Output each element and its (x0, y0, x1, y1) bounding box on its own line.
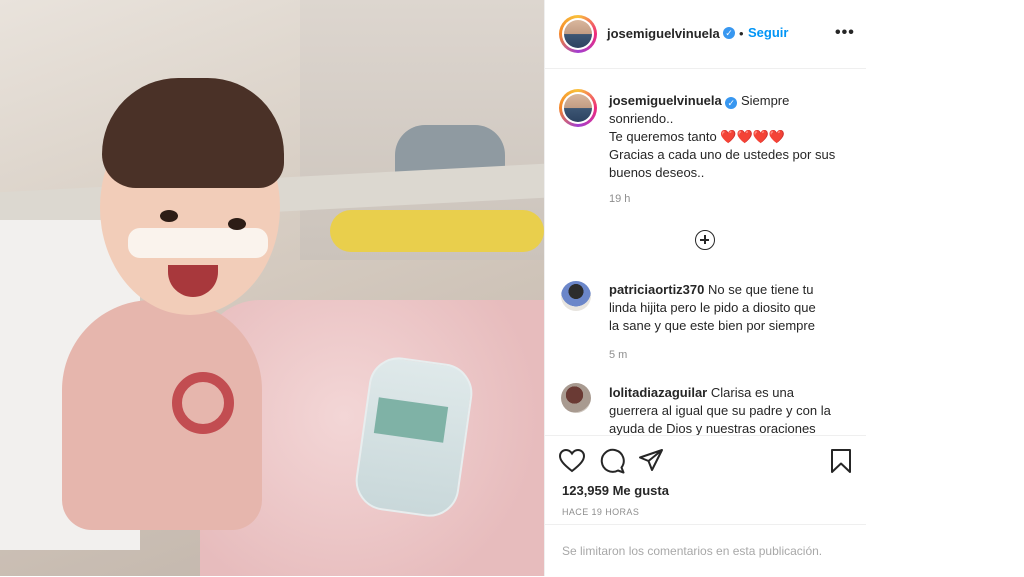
avatar-image (564, 20, 592, 48)
photo-pacifier (172, 372, 234, 434)
avatar-image (564, 94, 592, 122)
caption-author-avatar[interactable] (559, 89, 597, 127)
comment-text: Clarisa es una (710, 385, 794, 400)
comment-avatar[interactable] (561, 281, 591, 311)
heart-icon[interactable] (559, 449, 585, 473)
photo-baby-body (62, 300, 262, 530)
post-photo[interactable] (0, 0, 544, 576)
page-background (866, 0, 1024, 576)
comment-username[interactable]: patriciaortiz370 (609, 282, 704, 297)
caption-line: buenos deseos.. (609, 165, 705, 180)
comment-icon[interactable] (599, 448, 625, 474)
photo-eye-left (160, 210, 178, 222)
caption-line: Siempre (740, 93, 790, 108)
photo-yellow-object (330, 210, 544, 252)
comment-avatar[interactable] (561, 383, 591, 413)
post-timestamp[interactable]: HACE 19 HORAS (562, 507, 639, 517)
send-icon[interactable] (638, 448, 664, 474)
photo-baby-hair (102, 78, 284, 188)
comment-username[interactable]: lolitadiazaguilar (609, 385, 707, 400)
hearts-emoji: ❤️❤️❤️❤️ (720, 129, 786, 144)
plus-circle-icon[interactable] (695, 230, 715, 250)
caption-line: Gracias a cada uno de ustedes por sus (609, 147, 836, 162)
more-options-icon[interactable]: ••• (835, 24, 855, 42)
comment-text: linda hijita pero le pido a diosito que (609, 300, 816, 315)
comments-limited-text: Se limitaron los comentarios en esta pub… (562, 544, 823, 558)
post-actions: 123,959 Me gusta HACE 19 HORAS (545, 435, 867, 526)
verified-badge-icon: ✓ (723, 27, 735, 39)
comment-text: la sane y que este bien por siempre (609, 318, 815, 333)
photo-eye-right (228, 218, 246, 230)
comment-text: ayuda de Dios y nuestras oraciones (609, 421, 816, 435)
bookmark-icon[interactable] (830, 448, 852, 474)
comment-item: lolitadiazaguilar Clarisa es una guerrer… (609, 384, 849, 435)
follow-separator: • (739, 26, 744, 41)
author-avatar[interactable] (559, 15, 597, 53)
caption-line: sonriendo.. (609, 111, 674, 126)
caption-username[interactable]: josemiguelvinuela (609, 93, 722, 108)
post-header: josemiguelvinuela ✓ • Seguir ••• (545, 0, 867, 69)
comments-list[interactable]: josemiguelvinuela ✓ Siempre sonriendo.. … (545, 69, 867, 435)
follow-button[interactable]: Seguir (748, 25, 788, 40)
comment-text: No se que tiene tu (708, 282, 814, 297)
caption-time[interactable]: 19 h (609, 193, 630, 205)
post-caption: josemiguelvinuela ✓ Siempre sonriendo.. … (609, 92, 849, 182)
likes-count[interactable]: 123,959 Me gusta (562, 483, 669, 498)
caption-line: Te queremos tanto (609, 129, 717, 144)
photo-nasal-tape (128, 228, 268, 258)
author-username[interactable]: josemiguelvinuela (607, 26, 720, 41)
comment-time[interactable]: 5 m (609, 349, 627, 361)
comments-limited-notice: Se limitaron los comentarios en esta pub… (545, 524, 867, 577)
post-side-panel: josemiguelvinuela ✓ • Seguir ••• josemig… (544, 0, 867, 576)
comment-item: patriciaortiz370 No se que tiene tu lind… (609, 281, 849, 335)
verified-badge-icon: ✓ (725, 97, 738, 109)
comment-text: guerrera al igual que su padre y con la (609, 403, 831, 418)
